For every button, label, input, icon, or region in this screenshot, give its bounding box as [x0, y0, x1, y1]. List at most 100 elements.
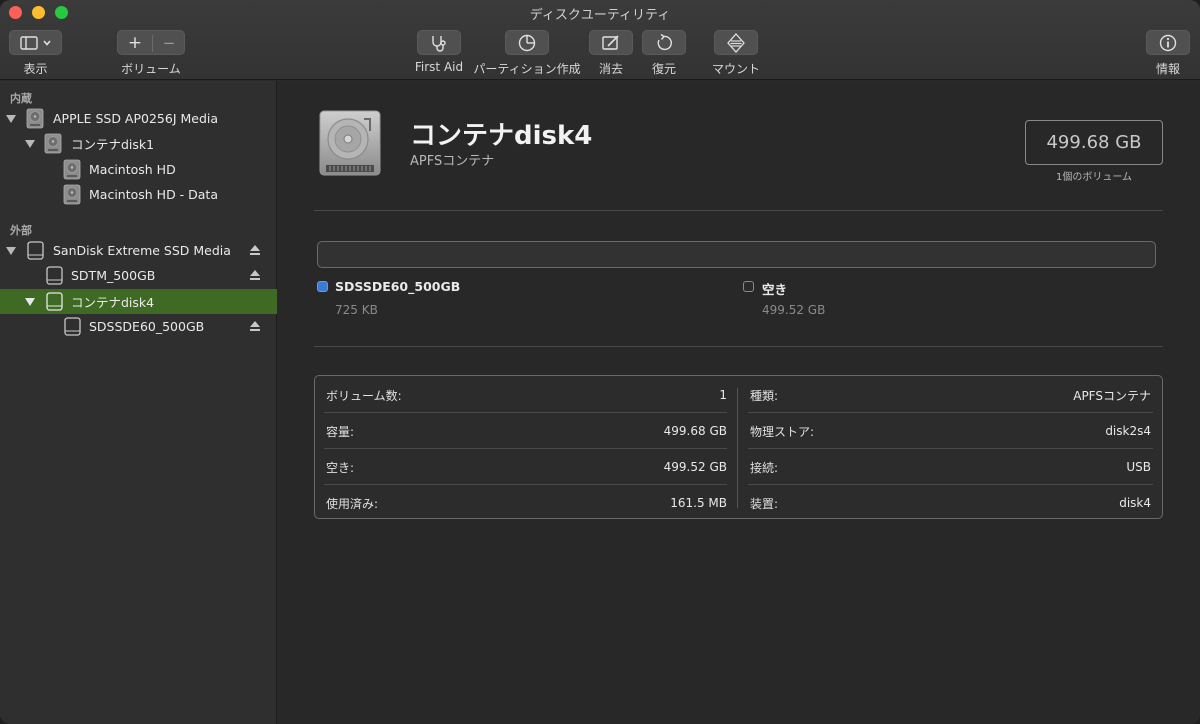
internal-section-heading: 内蔵	[10, 92, 32, 105]
sidebar-item-sdssde60-500gb[interactable]: SDSSDE60_500GB	[0, 314, 277, 339]
sidebar-item-macintosh-hd-data[interactable]: Macintosh HD - Data	[0, 182, 277, 207]
info-key: 容量:	[326, 424, 355, 439]
sidebar-item-container-disk4[interactable]: コンテナdisk4	[0, 289, 277, 314]
free-legend-name: 空き	[762, 282, 788, 297]
info-value: 499.52 GB	[663, 460, 727, 474]
volume-count-caption: 1個のボリューム	[1055, 172, 1133, 183]
restore-label: 復元	[651, 62, 676, 76]
info-row: 物理ストア: disk2s4	[750, 413, 1151, 449]
info-row: 使用済み: 161.5 MB	[326, 485, 727, 521]
info-icon	[1159, 34, 1177, 51]
volume-legend-size: 725 KB	[335, 303, 378, 317]
sidebar-item-label: SanDisk Extreme SSD Media	[53, 243, 231, 258]
container-title: コンテナdisk4	[410, 121, 593, 151]
erase-button[interactable]	[589, 30, 633, 55]
sidebar-item-apple-ssd[interactable]: APPLE SSD AP0256J Media	[0, 106, 277, 131]
info-key: 装置:	[750, 496, 779, 511]
internal-disk-icon	[63, 159, 81, 180]
mount-icon	[727, 32, 745, 53]
pie-partition-icon	[518, 34, 536, 51]
volume-segmented-control: + −	[117, 30, 185, 55]
info-row: 接続: USB	[750, 449, 1151, 485]
external-disk-icon	[64, 317, 81, 336]
sidebar-item-label: コンテナdisk1	[71, 137, 155, 152]
disclosure-triangle-icon[interactable]	[6, 115, 16, 123]
external-disk-icon	[46, 266, 63, 285]
info-value: 499.68 GB	[663, 424, 727, 438]
disk-utility-window: ディスクユーティリティ 表示 + − ボリューム First Aid パーティシ…	[0, 0, 1200, 724]
info-key: 接続:	[750, 460, 779, 475]
sidebar-item-container-disk1[interactable]: コンテナdisk1	[0, 131, 277, 156]
remove-volume-button[interactable]: −	[153, 31, 185, 54]
external-disk-icon	[27, 241, 44, 260]
disclosure-triangle-icon[interactable]	[25, 298, 35, 306]
info-value: disk2s4	[1105, 424, 1151, 438]
view-label: 表示	[23, 62, 48, 76]
volume-legend-name: SDSSDE60_500GB	[335, 279, 461, 294]
info-value: disk4	[1119, 496, 1151, 510]
info-row: 空き: 499.52 GB	[326, 449, 727, 485]
info-value: USB	[1126, 460, 1151, 474]
sidebar-item-label: コンテナdisk4	[71, 295, 155, 310]
restore-button[interactable]	[642, 30, 686, 55]
mount-label: マウント	[711, 62, 760, 76]
info-key: ボリューム数:	[326, 388, 402, 403]
first-aid-label: First Aid	[414, 60, 464, 74]
mount-button[interactable]	[714, 30, 758, 55]
info-key: 空き:	[326, 460, 355, 475]
info-row: ボリューム数: 1	[326, 377, 727, 413]
info-key: 使用済み:	[326, 496, 379, 511]
stethoscope-icon	[432, 35, 446, 52]
info-button[interactable]	[1146, 30, 1190, 55]
eject-icon[interactable]	[249, 244, 261, 256]
info-key: 物理ストア:	[750, 424, 815, 439]
view-button[interactable]	[9, 30, 62, 55]
info-row: 容量: 499.68 GB	[326, 413, 727, 449]
first-aid-button[interactable]	[417, 30, 461, 55]
sidebar-item-label: SDTM_500GB	[71, 268, 156, 283]
internal-disk-icon	[63, 184, 81, 205]
info-value: 1	[719, 388, 727, 402]
eject-icon[interactable]	[249, 269, 261, 281]
external-section-heading: 外部	[10, 224, 32, 237]
partition-button[interactable]	[505, 30, 549, 55]
info-key: 種類:	[750, 388, 779, 403]
main-panel: コンテナdisk4 APFSコンテナ 499.68 GB 1個のボリューム SD…	[278, 81, 1200, 724]
info-row: 種類: APFSコンテナ	[750, 377, 1151, 413]
info-row: 装置: disk4	[750, 485, 1151, 521]
container-subtitle: APFSコンテナ	[410, 154, 495, 169]
sidebar-item-label: SDSSDE60_500GB	[89, 319, 205, 334]
add-volume-button[interactable]: +	[118, 31, 152, 54]
capacity-display: 499.68 GB	[1025, 120, 1163, 165]
sidebar: 内蔵 APPLE SSD AP0256J Media コンテナdisk1 Mac…	[0, 81, 277, 724]
disclosure-triangle-icon[interactable]	[6, 247, 16, 255]
sidebar-item-macintosh-hd[interactable]: Macintosh HD	[0, 157, 277, 182]
internal-disk-icon	[26, 108, 44, 129]
partition-label: パーティション作成	[473, 62, 581, 76]
external-disk-icon	[46, 292, 63, 311]
volume-legend-swatch	[317, 281, 328, 292]
column-divider	[737, 388, 738, 508]
eject-icon[interactable]	[249, 320, 261, 332]
titlebar: ディスクユーティリティ 表示 + − ボリューム First Aid パーティシ…	[0, 0, 1200, 80]
sidebar-item-label: Macintosh HD - Data	[89, 187, 218, 202]
info-value: APFSコンテナ	[1073, 388, 1151, 403]
sidebar-toggle-icon	[19, 35, 51, 50]
divider	[314, 346, 1163, 347]
disclosure-triangle-icon[interactable]	[25, 140, 35, 148]
volume-label: ボリューム	[121, 62, 181, 76]
usage-bar	[317, 241, 1156, 268]
info-label: 情報	[1155, 62, 1180, 76]
free-legend-size: 499.52 GB	[762, 303, 826, 317]
info-table: ボリューム数: 1 容量: 499.68 GB 空き: 499.52 GB 使用…	[314, 375, 1163, 519]
erase-label: 消去	[598, 62, 623, 76]
sidebar-item-label: Macintosh HD	[89, 162, 176, 177]
hard-drive-icon	[319, 110, 381, 176]
erase-pencil-icon	[602, 34, 619, 50]
divider	[314, 210, 1163, 211]
free-legend-swatch	[743, 281, 754, 292]
sidebar-item-sandisk[interactable]: SanDisk Extreme SSD Media	[0, 238, 277, 263]
sidebar-item-label: APPLE SSD AP0256J Media	[53, 111, 219, 126]
sidebar-item-sdtm-500gb[interactable]: SDTM_500GB	[0, 263, 277, 288]
info-value: 161.5 MB	[670, 496, 727, 510]
